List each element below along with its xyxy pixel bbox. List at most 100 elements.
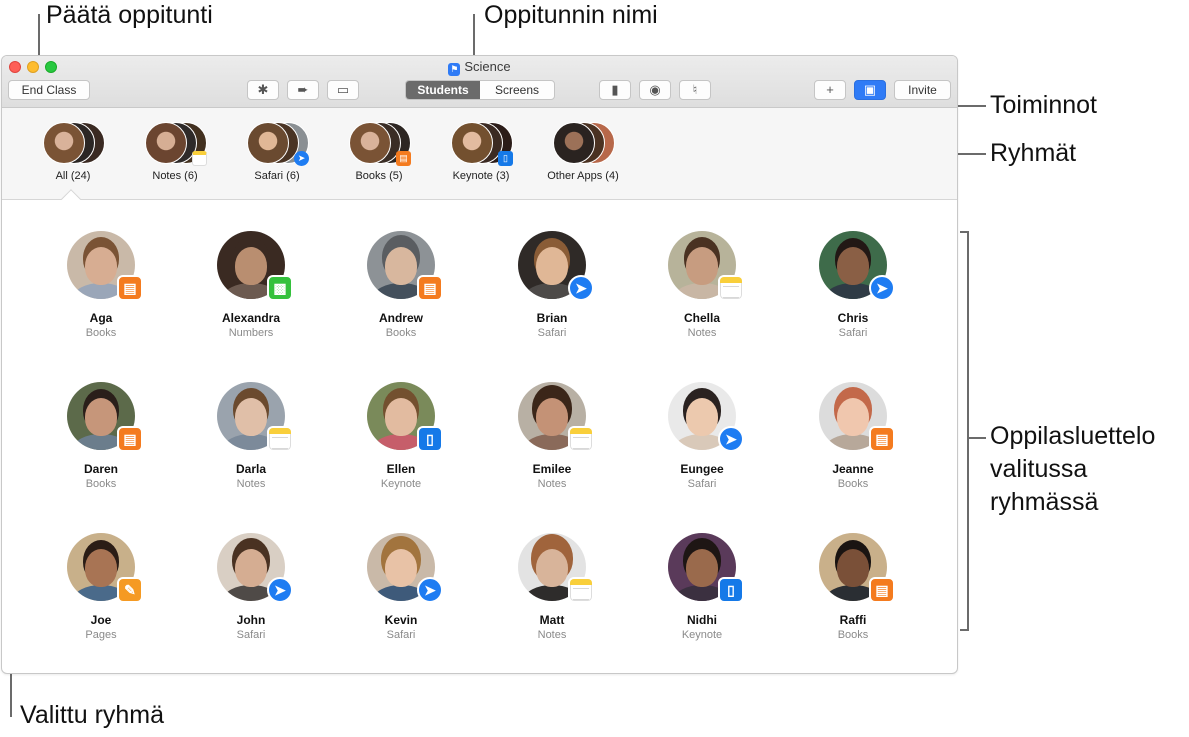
student-card[interactable]: ▯ Nidhi Keynote [637,533,767,641]
keynote-icon: ▯ [718,577,744,603]
student-name: Chris [837,311,869,325]
callout-end-class: Päätä oppitunti [46,1,213,29]
group-label: Safari (6) [254,170,300,182]
student-card[interactable]: ➤ Chris Safari [788,231,918,339]
notes-icon [267,426,293,452]
safari-icon: ➤ [568,275,594,301]
student-card[interactable]: ▤ Aga Books [36,231,166,339]
student-card[interactable]: ➤ Brian Safari [487,231,617,339]
avatar: ➤ [819,231,895,301]
student-app: Books [837,629,869,641]
student-card[interactable]: Darla Notes [186,382,316,490]
group-label: Other Apps (4) [547,170,619,182]
lock-button[interactable]: ▮ [599,80,631,100]
add-button[interactable]: + [814,80,846,100]
group-avatars: ▯ [439,122,523,166]
tab-students[interactable]: Students [406,81,480,99]
student-card[interactable]: ➤ Eungee Safari [637,382,767,490]
student-name: Aga [89,311,113,325]
student-card[interactable]: ▯ Ellen Keynote [336,382,466,490]
bell-slash-icon: ♮ [692,82,698,97]
titlebar: ⚑ Science End Class ✱ ➨ ▭ Students Screen… [2,56,957,108]
airplay-button[interactable]: ▭ [327,80,359,100]
group-label: Keynote (3) [452,170,510,182]
student-app: Books [837,478,869,490]
student-name: Joe [90,613,112,627]
student-app: Safari [537,327,567,339]
notes-icon [568,577,594,603]
student-card[interactable]: ▩ Alexandra Numbers [186,231,316,339]
student-card[interactable]: ✎ Joe Pages [36,533,166,641]
leader-list-top [960,231,969,233]
callout-actions: Toiminnot [990,91,1097,119]
students-panel-button[interactable]: ▣ [854,80,886,100]
avatar: ➤ [668,382,744,452]
callout-groups: Ryhmät [990,139,1077,167]
eye-slash-icon: ◉ [649,82,661,97]
compass-icon: ➨ [297,82,309,97]
student-name: Kevin [384,613,418,627]
student-name: Chella [683,311,720,325]
student-card[interactable]: ▤ Jeanne Books [788,382,918,490]
student-app: Safari [687,478,717,490]
student-card[interactable]: ➤ Kevin Safari [336,533,466,641]
student-app: Notes [537,478,567,490]
tab-screens[interactable]: Screens [480,81,554,99]
notes-icon [192,151,207,166]
class-name: Science [464,59,511,74]
avatar [668,231,744,301]
end-class-button[interactable]: End Class [8,80,90,100]
student-name: Daren [83,462,118,476]
leader-list [969,437,986,439]
student-name: Brian [536,311,568,325]
person-card-icon: ▣ [863,82,877,97]
group-all[interactable]: All (24) [23,122,123,182]
navigate-button[interactable]: ➨ [287,80,319,100]
safari-icon: ➤ [294,151,309,166]
hide-button[interactable]: ◉ [639,80,671,100]
callout-selected-group: Valittu ryhmä [20,701,165,729]
leader-list-bottom [960,629,969,631]
student-app: Pages [85,629,117,641]
mute-button[interactable]: ♮ [679,80,711,100]
safari-icon: ➤ [718,426,744,452]
group-safari[interactable]: ➤ Safari (6) [227,122,327,182]
view-tabs: Students Screens [405,80,555,100]
student-card[interactable]: ➤ John Safari [186,533,316,641]
open-app-button[interactable]: ✱ [247,80,279,100]
avatar: ➤ [367,533,443,603]
student-card[interactable]: ▤ Daren Books [36,382,166,490]
avatar [518,382,594,452]
student-card[interactable]: Matt Notes [487,533,617,641]
student-app: Notes [537,629,567,641]
group-keynote[interactable]: ▯ Keynote (3) [431,122,531,182]
group-notes[interactable]: Notes (6) [125,122,225,182]
avatar: ▤ [67,231,143,301]
group-avatars [133,122,217,166]
student-app: Safari [838,327,868,339]
books-icon: ▤ [417,275,443,301]
classroom-window: ⚑ Science End Class ✱ ➨ ▭ Students Screen… [1,55,958,674]
app-store-icon: ✱ [257,82,269,97]
student-app: Safari [236,629,266,641]
callout-class-name: Oppitunnin nimi [484,1,658,29]
group-avatars: ▤ [337,122,421,166]
student-app: Books [85,478,117,490]
student-app: Keynote [380,478,422,490]
student-card[interactable]: ▤ Andrew Books [336,231,466,339]
avatar: ➤ [217,533,293,603]
group-other-apps[interactable]: Other Apps (4) [533,122,633,182]
books-icon: ▤ [869,426,895,452]
books-icon: ▤ [869,577,895,603]
student-card[interactable]: Emilee Notes [487,382,617,490]
group-avatars [541,122,625,166]
student-name: Darla [235,462,267,476]
group-label: All (24) [55,170,91,182]
invite-button[interactable]: Invite [894,80,951,100]
student-card[interactable]: ▤ Raffi Books [788,533,918,641]
student-app: Notes [687,327,717,339]
group-books[interactable]: ▤ Books (5) [329,122,429,182]
student-card[interactable]: Chella Notes [637,231,767,339]
student-app: Safari [386,629,416,641]
group-avatars: ➤ [235,122,319,166]
